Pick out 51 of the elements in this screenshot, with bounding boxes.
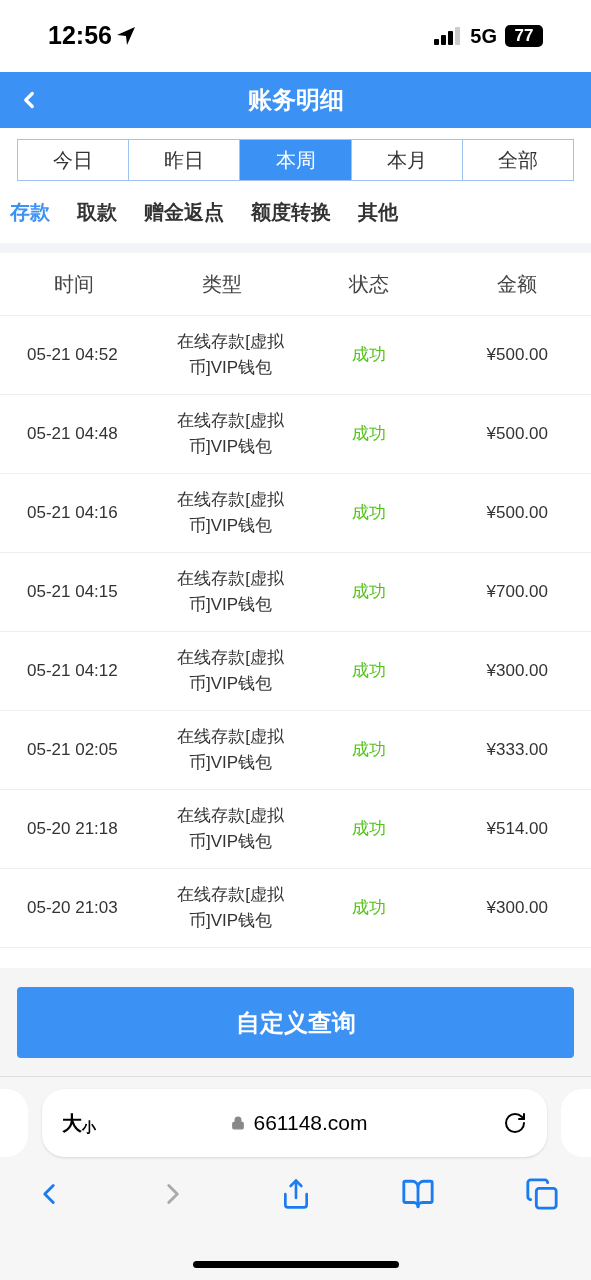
status-time: 12:56	[48, 20, 112, 52]
battery-indicator: 77	[505, 25, 543, 47]
lock-icon	[231, 1116, 246, 1130]
time-cell-text: 05-21 02:05	[26, 739, 118, 762]
category-tab[interactable]: 额度转换	[251, 197, 331, 227]
type-cell-text: 在线存款[虚拟币]VIP钱包	[176, 805, 285, 853]
time-cell-text: 05-21 04:16	[26, 502, 118, 525]
category-tab[interactable]: 赠金返点	[144, 197, 224, 227]
network-label: 5G	[470, 24, 497, 49]
type-cell-text: 在线存款[虚拟币]VIP钱包	[176, 331, 285, 379]
time-cell-text: 05-20 21:03	[26, 897, 118, 920]
type-cell-text: 在线存款[虚拟币]VIP钱包	[176, 568, 285, 616]
status-cell-text: 成功	[352, 581, 387, 604]
status-cell-text: 成功	[352, 739, 387, 762]
time-cell-text: 05-20 21:18	[26, 818, 118, 841]
status-cell-text: 成功	[352, 818, 387, 841]
bookmarks-icon[interactable]	[401, 1177, 436, 1211]
reload-icon[interactable]	[503, 1111, 527, 1135]
column-header: 状态	[349, 272, 390, 297]
type-cell-text: 在线存款[虚拟币]VIP钱包	[176, 726, 285, 774]
column-header: 金额	[497, 272, 538, 297]
type-cell-text: 在线存款[虚拟币]VIP钱包	[176, 884, 285, 932]
amount-cell-text: ¥500.00	[486, 502, 549, 525]
amount-cell-text: ¥500.00	[486, 344, 549, 367]
column-header: 时间	[53, 272, 94, 297]
page-title: 账务明细	[247, 85, 344, 115]
signal-icon	[434, 27, 463, 45]
category-tab[interactable]: 取款	[77, 197, 117, 227]
status-cell-text: 成功	[352, 897, 387, 920]
amount-cell-text: ¥500.00	[486, 423, 549, 446]
location-arrow-icon	[115, 26, 136, 46]
amount-cell-text: ¥300.00	[486, 897, 549, 920]
time-cell-text: 05-21 04:52	[26, 344, 118, 367]
time-cell-text: 05-21 04:15	[26, 581, 118, 604]
category-tab[interactable]: 其他	[358, 197, 398, 227]
url-text: 661148.com	[253, 1110, 368, 1137]
time-cell-text: 05-21 04:12	[26, 660, 118, 683]
amount-cell-text: ¥300.00	[486, 660, 549, 683]
status-cell-text: 成功	[352, 344, 387, 367]
column-header: 类型	[201, 272, 242, 297]
type-cell-text: 在线存款[虚拟币]VIP钱包	[176, 489, 285, 537]
status-cell-text: 成功	[352, 423, 387, 446]
tabs-icon[interactable]	[525, 1177, 559, 1211]
amount-cell-text: ¥514.00	[486, 818, 549, 841]
time-cell-text: 05-21 04:48	[26, 423, 118, 446]
amount-cell-text: ¥333.00	[486, 739, 549, 762]
type-cell-text: 在线存款[虚拟币]VIP钱包	[176, 647, 285, 695]
status-cell-text: 成功	[352, 660, 387, 683]
type-cell-text: 在线存款[虚拟币]VIP钱包	[176, 410, 285, 458]
status-cell-text: 成功	[352, 502, 387, 525]
amount-cell-text: ¥700.00	[486, 581, 549, 604]
